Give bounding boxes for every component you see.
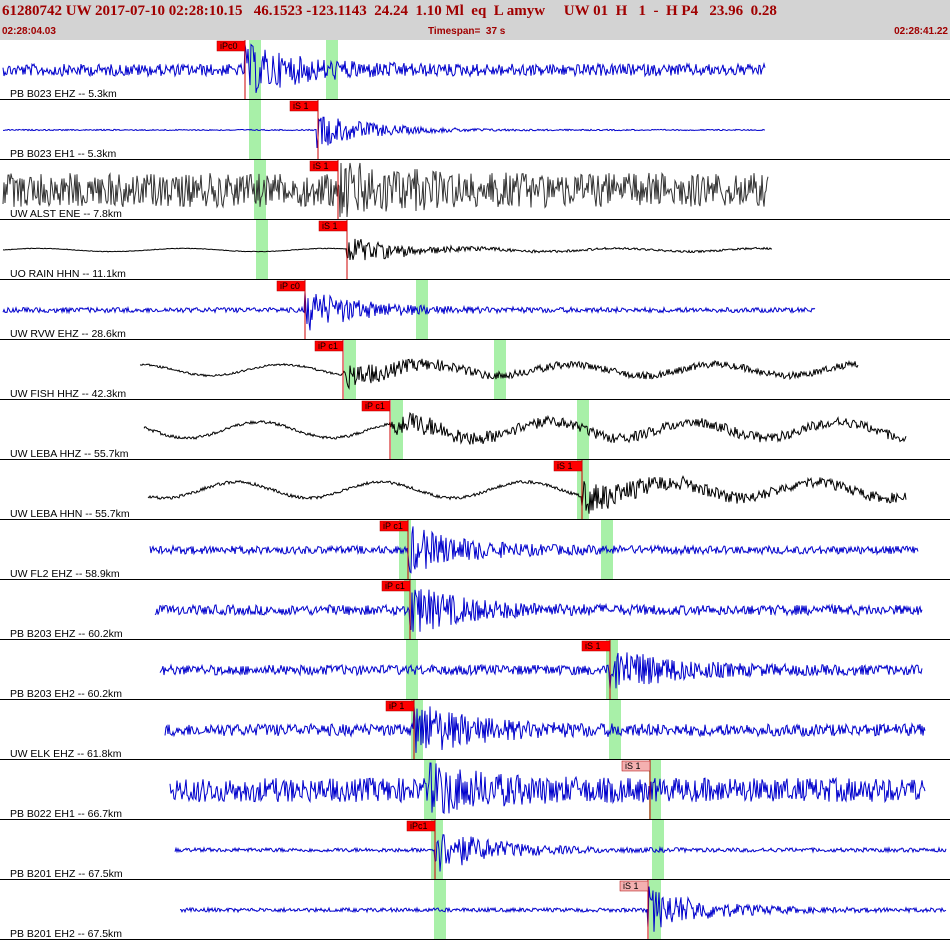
trace-row[interactable]: iS 1 PB B201 EH2 -- 67.5km bbox=[0, 880, 950, 940]
pick-label: iP c1 bbox=[383, 521, 403, 531]
trace-label: UW FL2 EHZ -- 58.9km bbox=[10, 568, 120, 580]
start-time: 02:28:04.03 bbox=[2, 26, 56, 37]
trace-label: PB B201 EHZ -- 67.5km bbox=[10, 868, 123, 880]
trace-label: PB B201 EH2 -- 67.5km bbox=[10, 928, 122, 940]
pick-label: iS 1 bbox=[585, 641, 601, 651]
trace-row[interactable]: iS 1 UO RAIN HHN -- 11.1km bbox=[0, 220, 950, 280]
pick-label: iP c0 bbox=[280, 281, 300, 291]
waveform-trace bbox=[159, 652, 923, 690]
pick-label: iS 1 bbox=[625, 761, 641, 771]
waveform-trace bbox=[164, 705, 926, 753]
trace-label: PB B203 EHZ -- 60.2km bbox=[10, 628, 123, 640]
waveform-trace bbox=[154, 589, 923, 632]
trace-row[interactable]: iPc1 PB B201 EHZ -- 67.5km bbox=[0, 820, 950, 880]
pick-label: iPc1 bbox=[410, 821, 428, 831]
waveform-trace bbox=[149, 526, 919, 574]
waveform-trace bbox=[2, 238, 773, 261]
trace-label: PB B022 EH1 -- 66.7km bbox=[10, 808, 122, 820]
trace-row[interactable]: iS 1 PB B203 EH2 -- 60.2km bbox=[0, 640, 950, 700]
pick-label: iP 1 bbox=[389, 701, 404, 711]
waveform-trace bbox=[174, 834, 947, 872]
trace-label: PB B203 EH2 -- 60.2km bbox=[10, 688, 122, 700]
pick-label: iPc0 bbox=[220, 41, 238, 51]
waveform-trace bbox=[179, 886, 947, 932]
pick-label: iS 1 bbox=[557, 461, 573, 471]
waveform-trace bbox=[3, 116, 766, 149]
waveform-trace bbox=[169, 762, 926, 815]
time-window bbox=[256, 220, 268, 280]
trace-label: UW ELK EHZ -- 61.8km bbox=[10, 748, 122, 760]
waveform-panel[interactable]: iPc0 PB B023 EHZ -- 5.3km iS 1 PB B023 EH1 … bbox=[0, 40, 950, 940]
waveform-trace bbox=[2, 43, 766, 94]
pick-label: iS 1 bbox=[322, 221, 338, 231]
trace-row[interactable]: iPc0 PB B023 EHZ -- 5.3km bbox=[0, 40, 950, 100]
pick-label: iS 1 bbox=[313, 161, 329, 171]
event-header: 61280742 UW 2017-07-10 02:28:10.15 46.15… bbox=[0, 0, 950, 40]
trace-label: UW LEBA HHZ -- 55.7km bbox=[10, 448, 129, 460]
trace-row[interactable]: iS 1 UW ALST ENE -- 7.8km bbox=[0, 160, 950, 220]
trace-label: PB B023 EHZ -- 5.3km bbox=[10, 88, 117, 100]
trace-label: UO RAIN HHN -- 11.1km bbox=[10, 268, 126, 280]
pick-label: iP c1 bbox=[385, 581, 405, 591]
trace-row[interactable]: iS 1 UW LEBA HHN -- 55.7km bbox=[0, 460, 950, 520]
time-window bbox=[254, 160, 266, 220]
trace-row[interactable]: iP c1 UW LEBA HHZ -- 55.7km bbox=[0, 400, 950, 460]
trace-row[interactable]: iS 1 PB B022 EH1 -- 66.7km bbox=[0, 760, 950, 820]
trace-row[interactable]: iP 1 UW ELK EHZ -- 61.8km bbox=[0, 700, 950, 760]
trace-label: PB B023 EH1 -- 5.3km bbox=[10, 148, 116, 160]
timespan: Timespan= 37 s bbox=[428, 26, 506, 37]
trace-label: UW ALST ENE -- 7.8km bbox=[10, 208, 122, 220]
pick-label: iP c1 bbox=[318, 341, 338, 351]
trace-row[interactable]: iP c1 UW FL2 EHZ -- 58.9km bbox=[0, 520, 950, 580]
trace-row[interactable]: iP c1 PB B203 EHZ -- 60.2km bbox=[0, 580, 950, 640]
trace-label: UW LEBA HHN -- 55.7km bbox=[10, 508, 130, 520]
waveform-trace bbox=[2, 291, 816, 331]
end-time: 02:28:41.22 bbox=[894, 26, 948, 37]
trace-row[interactable]: iP c1 UW FISH HHZ -- 42.3km bbox=[0, 340, 950, 400]
time-window bbox=[494, 340, 506, 400]
trace-row[interactable]: iP c0 UW RVW EHZ -- 28.6km bbox=[0, 280, 950, 340]
pick-label: iS 1 bbox=[293, 101, 309, 111]
trace-label: UW RVW EHZ -- 28.6km bbox=[10, 328, 126, 340]
waveform-trace bbox=[143, 411, 907, 445]
pick-label: iS 1 bbox=[623, 881, 639, 891]
waveform-trace bbox=[147, 475, 907, 514]
trace-label: UW FISH HHZ -- 42.3km bbox=[10, 388, 126, 400]
waveform-canvas[interactable]: iPc0 PB B023 EHZ -- 5.3km iS 1 PB B023 EH1 … bbox=[0, 40, 950, 940]
trace-row[interactable]: iS 1 PB B023 EH1 -- 5.3km bbox=[0, 100, 950, 160]
event-summary: 61280742 UW 2017-07-10 02:28:10.15 46.15… bbox=[2, 3, 777, 19]
pick-label: iP c1 bbox=[365, 401, 385, 411]
